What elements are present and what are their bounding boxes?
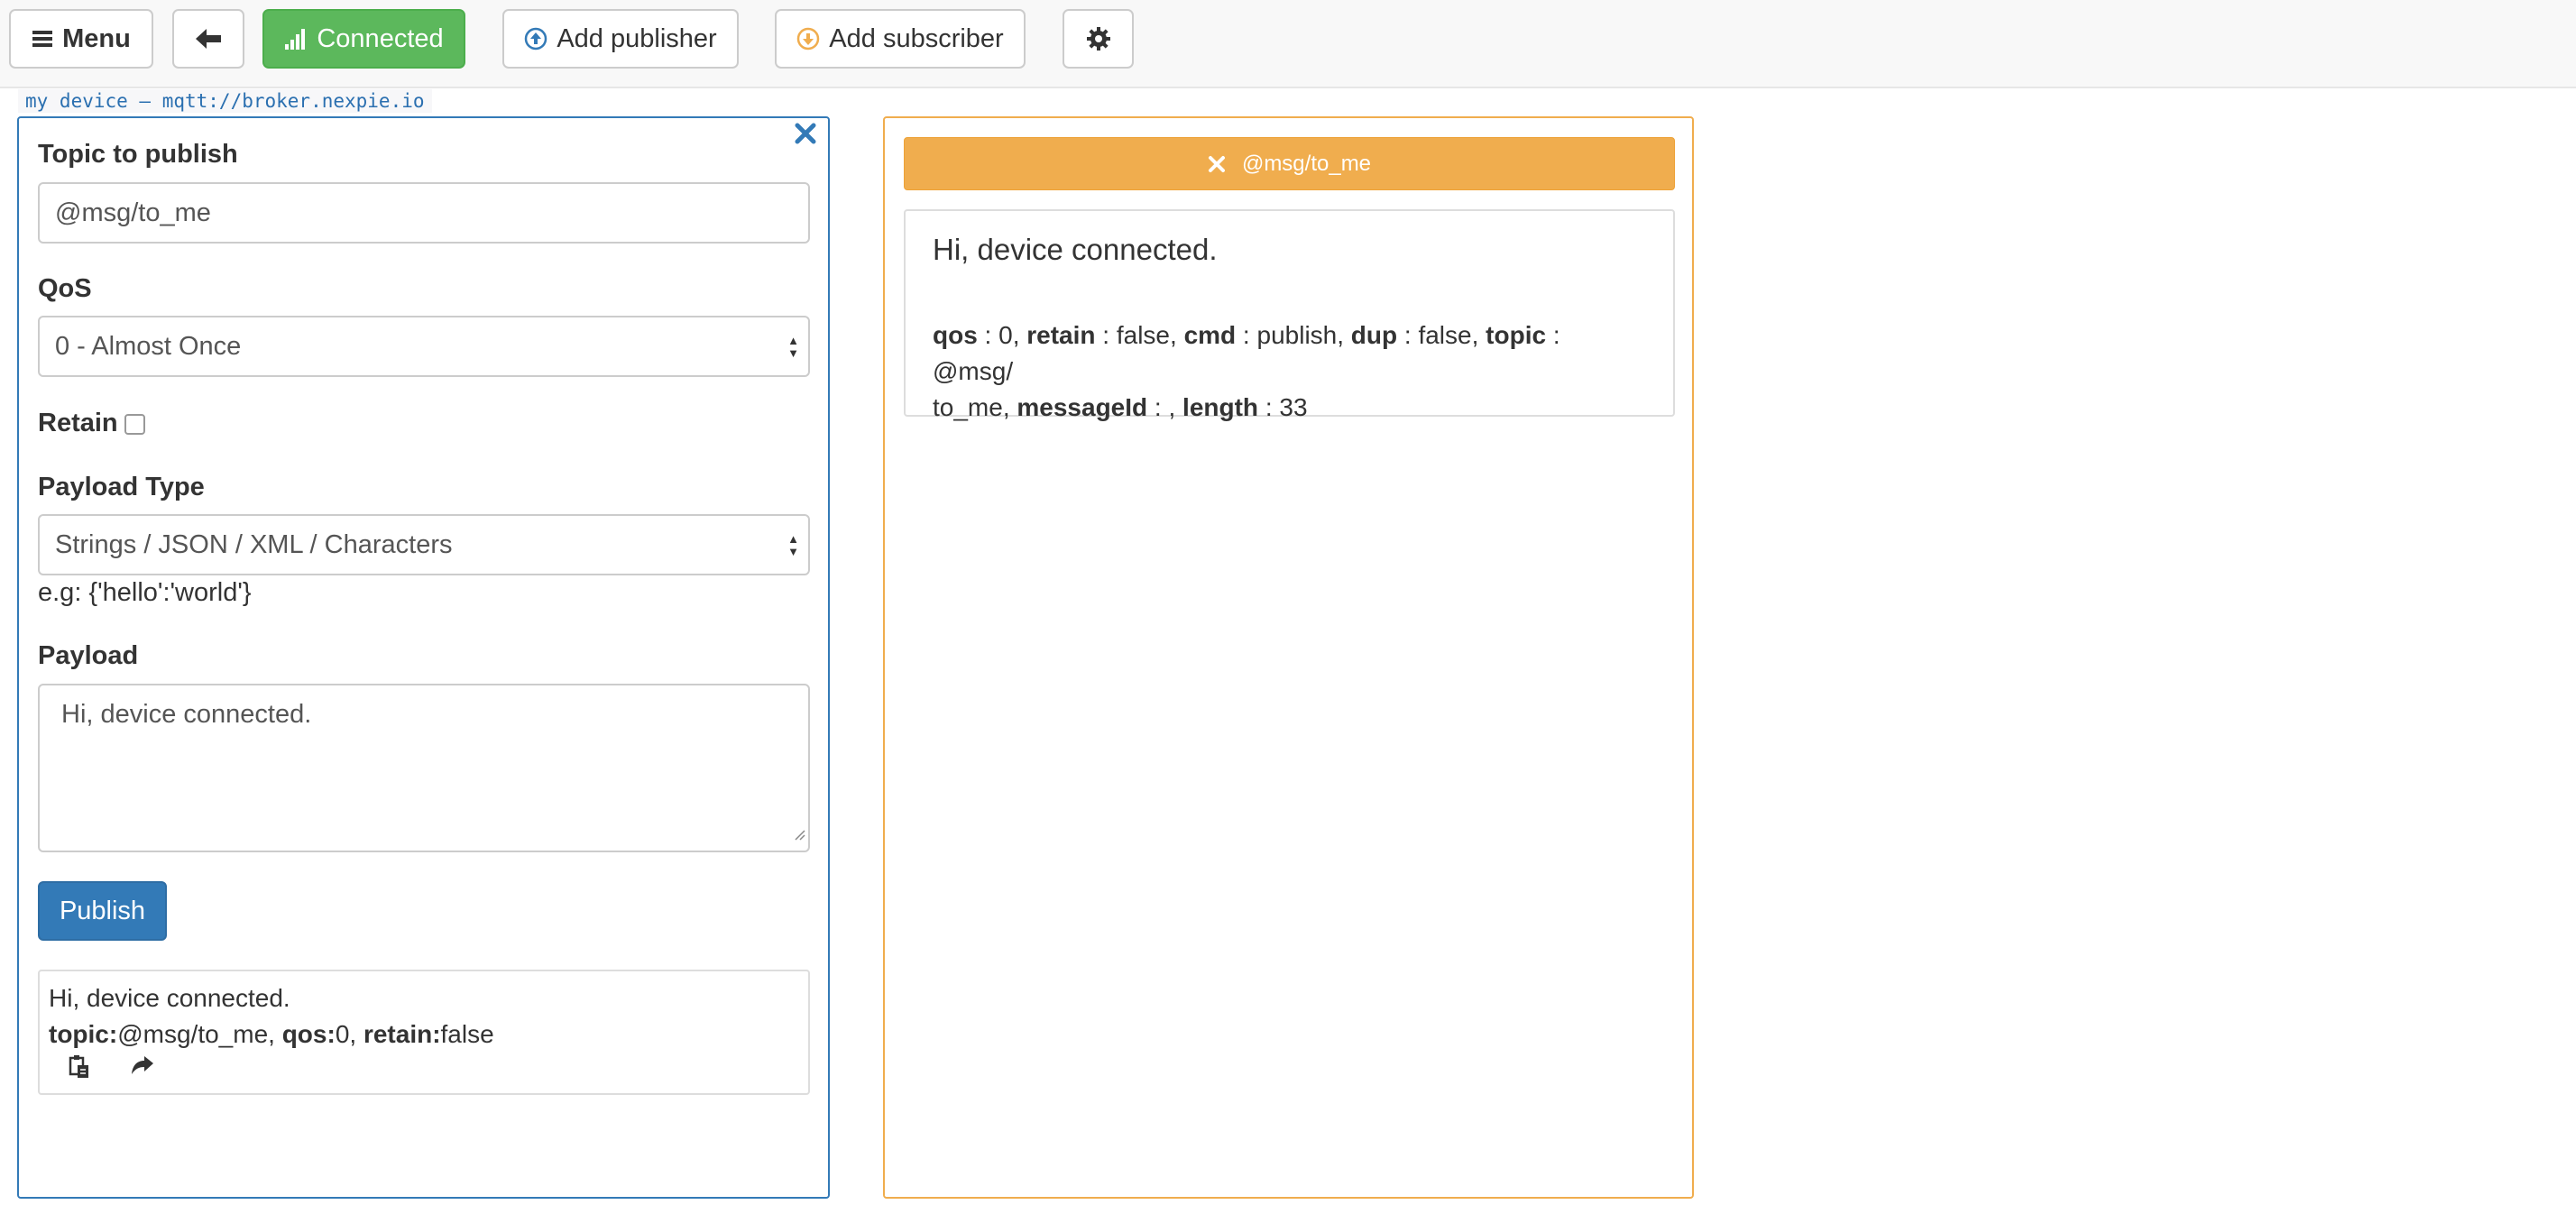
meta-qos-value: 0 bbox=[998, 321, 1013, 349]
qos-label: QoS bbox=[38, 274, 92, 303]
close-icon[interactable] bbox=[1208, 155, 1226, 173]
add-publisher-button[interactable]: Add publisher bbox=[502, 9, 739, 69]
add-publisher-label: Add publisher bbox=[557, 23, 717, 53]
payload-textarea-value: Hi, device connected. bbox=[61, 700, 312, 729]
upload-circle-icon bbox=[524, 27, 547, 51]
subscriber-panel: @msg/to_me Hi, device connected. qos : 0… bbox=[883, 116, 1694, 1199]
settings-button[interactable] bbox=[1063, 9, 1134, 69]
signal-bars-icon bbox=[284, 27, 308, 51]
publish-log-entry: Hi, device connected. topic:@msg/to_me, … bbox=[38, 970, 810, 1095]
topic-label: Topic to publish bbox=[38, 140, 238, 169]
payload-type-select-value: Strings / JSON / XML / Characters bbox=[55, 529, 453, 559]
add-subscriber-button[interactable]: Add subscriber bbox=[775, 9, 1026, 69]
meta-topic-key: topic bbox=[1486, 321, 1547, 349]
log-topic-value: @msg/to_me bbox=[117, 1020, 269, 1048]
meta-length-key: length bbox=[1182, 393, 1259, 421]
log-qos-value: 0 bbox=[335, 1020, 350, 1048]
meta-retain-key: retain bbox=[1026, 321, 1096, 349]
retain-label: Retain bbox=[38, 409, 118, 437]
log-qos-key: qos: bbox=[281, 1020, 336, 1048]
received-message-payload: Hi, device connected. bbox=[933, 233, 1218, 266]
log-retain-key: retain: bbox=[363, 1020, 441, 1048]
received-message-meta: qos : 0, retain : false, cmd : publish, … bbox=[933, 321, 1560, 421]
payload-type-label: Payload Type bbox=[38, 473, 205, 501]
log-retain-value: false bbox=[440, 1020, 494, 1048]
meta-dup-value: false bbox=[1418, 321, 1472, 349]
meta-cmd-key: cmd bbox=[1183, 321, 1237, 349]
qos-select[interactable]: 0 - Almost Once ▲ ▼ bbox=[38, 316, 810, 377]
add-subscriber-label: Add subscriber bbox=[829, 23, 1004, 53]
back-button[interactable] bbox=[172, 9, 244, 69]
qos-select-value: 0 - Almost Once bbox=[55, 331, 242, 361]
device-connection-label: my device – mqtt://broker.nexpie.io bbox=[18, 89, 432, 113]
resize-grip-icon[interactable] bbox=[793, 818, 805, 848]
hamburger-icon bbox=[32, 28, 53, 50]
publisher-panel: Topic to publish @msg/to_me QoS 0 - Almo… bbox=[17, 116, 830, 1199]
topic-input-value: @msg/to_me bbox=[55, 198, 211, 227]
log-message: Hi, device connected. bbox=[49, 984, 290, 1012]
subscriber-topic-header: @msg/to_me bbox=[904, 137, 1675, 190]
payload-label: Payload bbox=[38, 641, 139, 670]
payload-hint: e.g: {'hello':'world'} bbox=[38, 578, 252, 607]
select-caret-icon: ▲ ▼ bbox=[787, 531, 799, 558]
menu-button[interactable]: Menu bbox=[9, 9, 153, 69]
meta-cmd-value: publish bbox=[1256, 321, 1338, 349]
meta-qos-key: qos bbox=[933, 321, 978, 349]
payload-textarea[interactable]: Hi, device connected. bbox=[38, 684, 810, 852]
gear-icon bbox=[1086, 26, 1111, 51]
connected-button[interactable]: Connected bbox=[262, 9, 465, 69]
close-publisher-button[interactable] bbox=[792, 120, 819, 147]
retain-checkbox[interactable] bbox=[124, 414, 145, 435]
meta-length-value: 33 bbox=[1279, 393, 1308, 421]
download-circle-icon bbox=[796, 27, 820, 51]
meta-dup-key: dup bbox=[1350, 321, 1398, 349]
log-topic-key: topic: bbox=[49, 1020, 118, 1048]
subscriber-topic: @msg/to_me bbox=[1241, 151, 1372, 176]
share-arrow-icon[interactable] bbox=[130, 1054, 155, 1080]
connected-button-label: Connected bbox=[317, 23, 444, 53]
received-message-card: Hi, device connected. qos : 0, retain : … bbox=[904, 209, 1675, 421]
log-actions bbox=[67, 1054, 155, 1080]
arrow-left-icon bbox=[195, 27, 222, 51]
close-icon bbox=[795, 123, 816, 144]
log-details: topic:@msg/to_me, qos:0, retain:false bbox=[49, 1020, 494, 1048]
clipboard-icon[interactable] bbox=[67, 1054, 92, 1080]
menu-button-label: Menu bbox=[62, 23, 131, 53]
top-navbar: Menu Connected Add publisher Add subscri… bbox=[0, 0, 2576, 88]
meta-messageid-key: messageId bbox=[1017, 393, 1148, 421]
publish-button[interactable]: Publish bbox=[38, 881, 167, 941]
meta-retain-value: false bbox=[1116, 321, 1171, 349]
payload-type-select[interactable]: Strings / JSON / XML / Characters ▲ ▼ bbox=[38, 514, 810, 575]
select-caret-icon: ▲ ▼ bbox=[787, 333, 799, 360]
topic-input[interactable]: @msg/to_me bbox=[38, 182, 810, 244]
